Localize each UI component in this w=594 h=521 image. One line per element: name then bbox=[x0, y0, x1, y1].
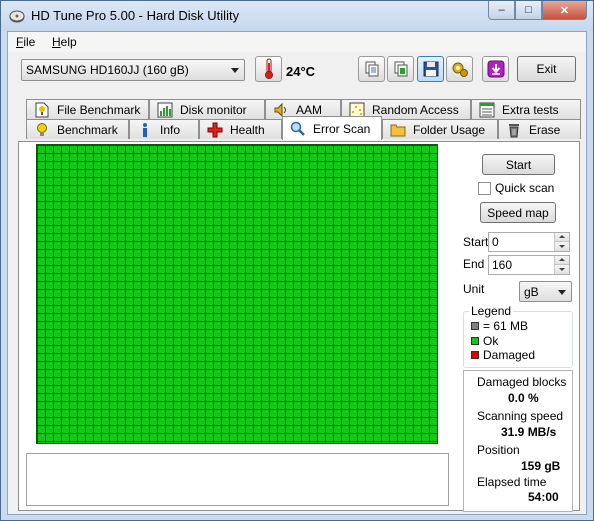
tab-folder-usage[interactable]: Folder Usage bbox=[382, 119, 498, 139]
save-icon bbox=[423, 61, 438, 77]
spin-up-icon[interactable] bbox=[554, 233, 569, 242]
disk-monitor-icon bbox=[156, 102, 174, 118]
tab-disk-monitor-label: Disk monitor bbox=[180, 102, 247, 117]
tab-benchmark[interactable]: Benchmark bbox=[26, 119, 129, 139]
spin-up-icon[interactable] bbox=[554, 256, 569, 265]
unit-select[interactable]: gB bbox=[519, 281, 572, 302]
health-icon bbox=[206, 122, 224, 138]
tab-error-scan[interactable]: Error Scan bbox=[282, 116, 382, 140]
menu-file[interactable]: File bbox=[16, 35, 35, 49]
window-title: HD Tune Pro 5.00 - Hard Disk Utility bbox=[31, 8, 240, 23]
title-bar[interactable]: HD Tune Pro 5.00 - Hard Disk Utility – □… bbox=[1, 1, 593, 31]
start-label: Start bbox=[463, 235, 489, 249]
tab-health[interactable]: Health bbox=[199, 119, 282, 139]
maximize-button[interactable]: □ bbox=[515, 1, 542, 20]
tab-aam-label: AAM bbox=[296, 102, 323, 117]
end-position-input[interactable]: 160 bbox=[488, 255, 570, 275]
end-position-value: 160 bbox=[492, 258, 513, 272]
info-icon bbox=[136, 122, 154, 138]
temperature-value: 24°C bbox=[286, 64, 316, 79]
options-button[interactable] bbox=[446, 56, 473, 82]
copy-button[interactable] bbox=[358, 56, 385, 82]
error-scan-panel: Start Quick scan Speed map Start 0 End 1… bbox=[18, 141, 580, 512]
tab-extra-tests-label: Extra tests bbox=[502, 102, 559, 117]
legend-damaged-swatch bbox=[471, 351, 479, 359]
speed-map-button[interactable]: Speed map bbox=[480, 202, 556, 223]
scanning-speed-label: Scanning speed bbox=[477, 409, 564, 423]
close-button[interactable]: ✕ bbox=[542, 1, 587, 20]
menu-file-label: ile bbox=[23, 35, 36, 49]
temperature-button[interactable] bbox=[255, 56, 282, 82]
error-scan-icon bbox=[289, 121, 307, 137]
legend-ok-swatch bbox=[471, 337, 479, 345]
scan-log-box bbox=[26, 453, 449, 506]
legend-ok-label: Ok bbox=[483, 334, 499, 348]
unit-select-value: gB bbox=[524, 285, 539, 299]
tab-info[interactable]: Info bbox=[129, 119, 199, 139]
end-label: End bbox=[463, 257, 485, 271]
menu-help-accel: H bbox=[52, 35, 61, 49]
quick-scan-label: Quick scan bbox=[495, 181, 555, 195]
extra-tests-icon bbox=[478, 102, 496, 118]
copy-all-button[interactable] bbox=[387, 56, 414, 82]
minimize-button[interactable]: – bbox=[488, 1, 515, 20]
file-benchmark-icon bbox=[33, 102, 51, 118]
chevron-down-icon bbox=[558, 290, 566, 295]
tab-benchmark-label: Benchmark bbox=[57, 122, 118, 137]
scanning-speed-value: 31.9 MB/s bbox=[501, 425, 557, 439]
scan-block-grid bbox=[36, 144, 438, 444]
hdtune-app-icon bbox=[9, 10, 25, 23]
app-window: HD Tune Pro 5.00 - Hard Disk Utility – □… bbox=[0, 0, 594, 521]
tab-health-label: Health bbox=[230, 122, 265, 137]
tab-extra-tests[interactable]: Extra tests bbox=[471, 99, 581, 119]
quick-scan-checkbox[interactable] bbox=[478, 182, 491, 195]
menu-bar: File Help bbox=[8, 32, 586, 52]
damaged-blocks-label: Damaged blocks bbox=[477, 375, 567, 389]
elapsed-time-value: 54:00 bbox=[528, 490, 559, 504]
options-icon bbox=[452, 62, 468, 77]
damaged-blocks-value: 0.0 % bbox=[508, 391, 539, 405]
tab-random-access-label: Random Access bbox=[372, 102, 459, 117]
benchmark-icon bbox=[33, 122, 51, 138]
start-scan-button[interactable]: Start bbox=[482, 154, 555, 175]
chevron-down-icon bbox=[231, 68, 239, 73]
tab-disk-monitor[interactable]: Disk monitor bbox=[149, 99, 265, 119]
tab-erase-label: Erase bbox=[529, 122, 561, 137]
folder-usage-icon bbox=[389, 122, 407, 138]
download-icon bbox=[487, 60, 504, 78]
exit-button[interactable]: Exit bbox=[517, 56, 576, 82]
client-area: File Help SAMSUNG HD160JJ (160 gB) 24°C bbox=[7, 31, 587, 515]
download-button[interactable] bbox=[482, 56, 509, 82]
erase-icon bbox=[505, 122, 523, 138]
legend-damaged-label: Damaged bbox=[483, 348, 536, 362]
menu-help[interactable]: Help bbox=[52, 35, 77, 49]
tab-erase[interactable]: Erase bbox=[498, 119, 581, 139]
drive-select-value: SAMSUNG HD160JJ (160 gB) bbox=[26, 63, 189, 77]
menu-help-label: elp bbox=[60, 35, 77, 49]
start-position-input[interactable]: 0 bbox=[488, 232, 570, 252]
thermometer-icon bbox=[264, 58, 273, 79]
copy-icon bbox=[365, 61, 378, 77]
legend-block-swatch bbox=[471, 322, 479, 330]
unit-label: Unit bbox=[463, 282, 485, 296]
spin-down-icon[interactable] bbox=[554, 242, 569, 251]
tab-error-scan-label: Error Scan bbox=[313, 121, 371, 136]
spin-down-icon[interactable] bbox=[554, 265, 569, 274]
tab-file-benchmark[interactable]: File Benchmark bbox=[26, 99, 149, 119]
legend-block-size: = 61 MB bbox=[483, 319, 529, 333]
tab-info-label: Info bbox=[160, 122, 181, 137]
legend-title: Legend bbox=[469, 304, 514, 318]
copy-all-icon bbox=[394, 61, 407, 77]
position-label: Position bbox=[477, 443, 520, 457]
tab-folder-usage-label: Folder Usage bbox=[413, 122, 486, 137]
save-button[interactable] bbox=[417, 56, 444, 82]
drive-select[interactable]: SAMSUNG HD160JJ (160 gB) bbox=[21, 59, 245, 81]
tab-file-benchmark-label: File Benchmark bbox=[57, 102, 141, 117]
start-position-value: 0 bbox=[492, 235, 499, 249]
elapsed-time-label: Elapsed time bbox=[477, 475, 547, 489]
position-value: 159 gB bbox=[521, 459, 561, 473]
